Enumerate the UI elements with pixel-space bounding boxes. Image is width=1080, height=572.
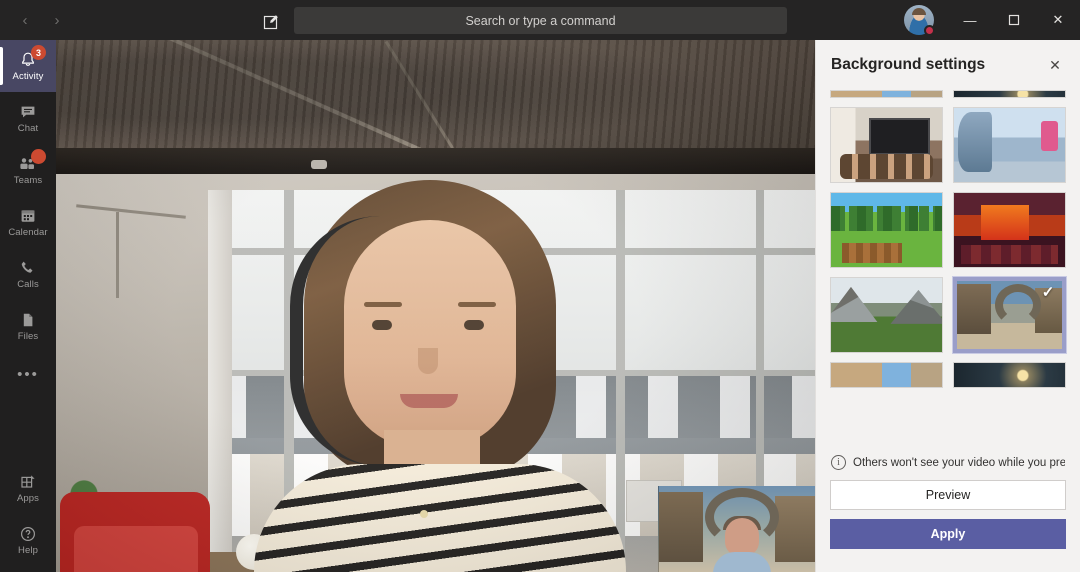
nose xyxy=(418,348,438,374)
sidebar-item-files[interactable]: Files xyxy=(0,300,56,352)
page-title: Background settings xyxy=(831,56,986,73)
face xyxy=(344,220,516,448)
pip-head xyxy=(725,518,759,556)
wall-conduit-vertical xyxy=(116,212,119,298)
thumbnail-art xyxy=(831,193,942,267)
minimize-button[interactable]: — xyxy=(948,0,992,40)
sidebar-item-label: Calls xyxy=(17,279,39,290)
thumbnail-art xyxy=(954,108,1065,182)
background-thumbnail[interactable] xyxy=(830,90,943,98)
sidebar-item-calls[interactable]: Calls xyxy=(0,248,56,300)
sidebar-item-teams[interactable]: Teams xyxy=(0,144,56,196)
window-column xyxy=(208,190,232,572)
background-thumbnail-conference-room[interactable] xyxy=(830,107,943,183)
background-thumbnail-minecraft-nether[interactable] xyxy=(953,192,1066,268)
thumbnail-art xyxy=(954,91,1065,97)
participant-video-thumbnail[interactable] xyxy=(658,486,815,572)
maximize-button[interactable] xyxy=(992,0,1036,40)
thumbnail-art xyxy=(831,108,942,182)
sprinkler-head xyxy=(311,160,327,169)
background-thumbnail-minecraft-overworld[interactable] xyxy=(830,192,943,268)
rail-bottom-group: Apps Help xyxy=(0,462,56,566)
background-thumbnail-halo-ring[interactable]: ✓ xyxy=(952,276,1067,354)
pip-body xyxy=(713,552,771,572)
pip-rock-right xyxy=(775,496,815,562)
preview-note-text: Others won't see your video while you pr… xyxy=(853,456,1065,469)
preview-note: i Others won't see your video while you … xyxy=(830,447,1066,480)
striped-sweater xyxy=(254,464,626,572)
panel-header: Background settings ✕ xyxy=(816,40,1080,90)
info-icon: i xyxy=(831,455,846,470)
background-thumbnail-grid[interactable]: ✓ xyxy=(816,90,1080,447)
self-video[interactable] xyxy=(56,40,815,572)
calendar-icon xyxy=(19,206,37,225)
ceiling-beam xyxy=(56,148,815,174)
window-controls: — ✕ xyxy=(904,0,1080,40)
activity-badge: 3 xyxy=(31,45,46,60)
thumbnail-art xyxy=(831,363,942,387)
close-button[interactable]: ✕ xyxy=(1036,0,1080,40)
background-thumbnail-space-station[interactable] xyxy=(953,107,1066,183)
background-thumbnail-desert-castle[interactable] xyxy=(830,362,943,388)
background-thumbnail-night-sky[interactable] xyxy=(953,362,1066,388)
sidebar-item-label: Help xyxy=(18,545,38,556)
navigation-arrows: ‹ › xyxy=(10,5,72,35)
teams-window: ‹ › Search or type a command — ✕ 3 Activ… xyxy=(0,0,1080,572)
sidebar-item-help[interactable]: Help xyxy=(0,514,56,566)
selected-check-icon: ✓ xyxy=(1041,284,1055,301)
forward-button[interactable]: › xyxy=(42,5,72,35)
sidebar-item-chat[interactable]: Chat xyxy=(0,92,56,144)
thumbnail-art xyxy=(831,91,942,97)
panel-footer: i Others won't see your video while you … xyxy=(816,447,1080,572)
preview-button[interactable]: Preview xyxy=(830,480,1066,510)
more-apps-button[interactable]: ••• xyxy=(0,352,56,396)
pip-rock-left xyxy=(659,492,703,562)
halo-arch xyxy=(994,283,1041,326)
chat-icon xyxy=(19,102,37,121)
compose-icon[interactable] xyxy=(258,8,284,34)
close-icon[interactable]: ✕ xyxy=(1044,54,1066,76)
sidebar-item-label: Activity xyxy=(12,71,44,82)
mouth xyxy=(400,394,458,408)
back-button[interactable]: ‹ xyxy=(10,5,40,35)
avatar[interactable] xyxy=(904,5,935,36)
ceiling xyxy=(56,40,815,212)
halo-rock-left xyxy=(957,283,991,335)
help-circle-icon xyxy=(19,524,37,543)
files-icon xyxy=(19,310,37,329)
search-placeholder: Search or type a command xyxy=(465,13,616,28)
eyebrow xyxy=(458,302,496,307)
person-on-camera xyxy=(232,180,652,572)
background-thumbnail[interactable] xyxy=(953,90,1066,98)
title-bar: ‹ › Search or type a command — ✕ xyxy=(0,0,1080,40)
background-settings-panel: Background settings ✕ ✓ i Others won't s… xyxy=(815,40,1080,572)
apps-grid-icon xyxy=(19,472,37,491)
search-input[interactable]: Search or type a command xyxy=(294,7,787,34)
presence-status-dot xyxy=(924,25,935,36)
sidebar-item-calendar[interactable]: Calendar xyxy=(0,196,56,248)
necklace xyxy=(420,510,428,518)
red-armchair xyxy=(60,492,210,572)
pip-person xyxy=(711,516,773,572)
thumbnail-art xyxy=(954,363,1065,387)
sidebar-item-label: Apps xyxy=(16,493,40,504)
phone-icon xyxy=(19,258,37,277)
sidebar-item-activity[interactable]: 3 Activity xyxy=(0,40,56,92)
left-app-rail: 3 Activity Chat Teams Calendar Calls Fil… xyxy=(0,40,56,572)
eye xyxy=(372,320,392,330)
eyebrow xyxy=(364,302,402,307)
sidebar-item-label: Teams xyxy=(13,175,43,186)
sidebar-item-label: Calendar xyxy=(8,227,48,238)
eye xyxy=(464,320,484,330)
background-thumbnail-mountain-valley[interactable] xyxy=(830,277,943,353)
apply-button[interactable]: Apply xyxy=(830,519,1066,549)
teams-badge xyxy=(31,149,46,164)
sidebar-item-apps[interactable]: Apps xyxy=(0,462,56,514)
sidebar-item-label: Chat xyxy=(17,123,39,134)
sidebar-item-label: Files xyxy=(17,331,39,342)
thumbnail-art xyxy=(954,193,1065,267)
thumbnail-art xyxy=(831,278,942,352)
